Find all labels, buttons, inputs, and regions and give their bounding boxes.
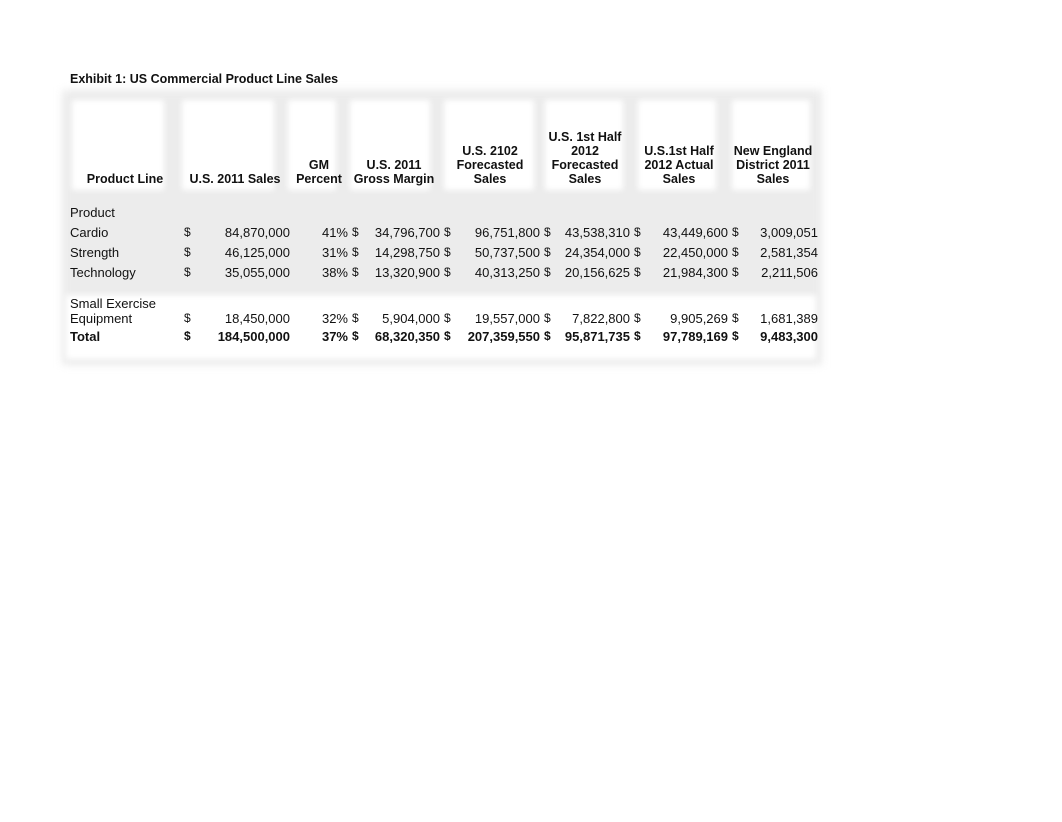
currency-symbol: $: [184, 328, 191, 343]
header-us-2011-sales: U.S. 2011 Sales: [189, 172, 281, 186]
cell-gm-percent: 32%: [321, 311, 348, 326]
total-row: Total $ 184,500,000 37% $ 68,320,350 $ 2…: [64, 326, 818, 346]
currency-symbol: $: [444, 244, 451, 259]
cell-gross-margin: 14,298,750: [374, 244, 440, 260]
cell-ne-2011: 2,581,354: [760, 244, 818, 260]
currency-symbol: $: [184, 244, 191, 259]
cell-gross-margin: 13,320,900: [374, 264, 440, 280]
row-name: Strength: [70, 244, 120, 260]
cell-sales-2011: 18,450,000: [224, 311, 290, 326]
currency-symbol: $: [732, 328, 739, 343]
cell-ne-2011: 1,681,389: [760, 311, 818, 326]
cell-ne-2011: 3,009,051: [760, 224, 818, 240]
row-name: Technology: [70, 264, 136, 280]
currency-symbol: $: [444, 264, 451, 279]
currency-symbol: $: [732, 264, 739, 279]
row-name: Cardio: [70, 224, 109, 240]
header-product-line: Product Line: [86, 172, 164, 186]
cell-gross-margin: 5,904,000: [382, 311, 440, 326]
table-row: Technology $ 35,055,000 38% $ 13,320,900…: [64, 262, 818, 282]
currency-symbol: $: [634, 264, 641, 279]
currency-symbol: $: [352, 328, 359, 343]
currency-symbol: $: [352, 264, 359, 279]
total-ne-2011: 9,483,300: [760, 328, 818, 344]
cell-gross-margin: 34,796,700: [374, 224, 440, 240]
currency-symbol: $: [544, 264, 551, 279]
cell-ne-2011: 2,211,506: [761, 264, 818, 280]
currency-symbol: $: [634, 328, 641, 343]
total-label: Total: [70, 328, 101, 344]
currency-symbol: $: [184, 264, 191, 279]
header-h1-forecast: U.S. 1st Half 2012 Forecasted Sales: [548, 130, 622, 186]
cell-sales-2011: 35,055,000: [224, 264, 290, 280]
currency-symbol: $: [444, 224, 451, 239]
table-row: Small Exercise Equipment $ 18,450,000 32%…: [64, 296, 818, 326]
cell-h1-actual: 43,449,600: [662, 224, 728, 240]
cell-forecast-2102: 50,737,500: [474, 244, 540, 260]
currency-symbol: $: [184, 224, 191, 239]
section-row: Product: [64, 186, 818, 222]
cell-h1-actual: 21,984,300: [662, 264, 728, 280]
exhibit-title: Exhibit 1: US Commercial Product Line Sa…: [70, 72, 339, 86]
total-h1-forecast: 95,871,735: [564, 328, 630, 344]
currency-symbol: $: [634, 311, 641, 325]
cell-gm-percent: 38%: [321, 264, 348, 280]
header-gm-percent: GM Percent: [296, 158, 342, 186]
currency-symbol: $: [352, 224, 359, 239]
header-row: Product Line U.S. 2011 Sales GM Percent U…: [64, 120, 818, 186]
currency-symbol: $: [352, 244, 359, 259]
cell-h1-actual: 9,905,269: [670, 311, 728, 326]
currency-symbol: $: [184, 311, 191, 325]
total-h1-actual: 97,789,169: [662, 328, 728, 344]
table-row: Strength $ 46,125,000 31% $ 14,298,750 $…: [64, 242, 818, 262]
cell-h1-forecast: 7,822,800: [572, 311, 630, 326]
currency-symbol: $: [544, 244, 551, 259]
header-h1-actual: U.S.1st Half 2012 Actual Sales: [644, 144, 714, 186]
currency-symbol: $: [732, 224, 739, 239]
section-label: Product: [70, 204, 115, 220]
table-row: Cardio $ 84,870,000 41% $ 34,796,700 $ 9…: [64, 222, 818, 242]
cell-h1-forecast: 20,156,625: [564, 264, 630, 280]
currency-symbol: $: [732, 311, 739, 325]
total-forecast-2102: 207,359,550: [467, 328, 540, 344]
currency-symbol: $: [634, 244, 641, 259]
currency-symbol: $: [544, 311, 551, 325]
currency-symbol: $: [544, 224, 551, 239]
currency-symbol: $: [444, 311, 451, 325]
row-name: Small Exercise Equipment: [70, 296, 156, 326]
cell-forecast-2102: 40,313,250: [474, 264, 540, 280]
currency-symbol: $: [732, 244, 739, 259]
header-forecast-2102: U.S. 2102 Forecasted Sales: [456, 144, 524, 186]
cell-sales-2011: 84,870,000: [224, 224, 290, 240]
currency-symbol: $: [444, 328, 451, 343]
cell-h1-forecast: 24,354,000: [564, 244, 630, 260]
header-new-england: New England District 2011 Sales: [733, 144, 813, 186]
cell-gm-percent: 31%: [321, 244, 348, 260]
cell-h1-forecast: 43,538,310: [564, 224, 630, 240]
cell-gm-percent: 41%: [321, 224, 348, 240]
total-gm-percent: 37%: [321, 328, 348, 344]
currency-symbol: $: [634, 224, 641, 239]
cell-h1-actual: 22,450,000: [662, 244, 728, 260]
cell-sales-2011: 46,125,000: [224, 244, 290, 260]
sales-table: Product Line U.S. 2011 Sales GM Percent U…: [64, 120, 818, 346]
total-sales-2011: 184,500,000: [217, 328, 290, 344]
cell-forecast-2102: 19,557,000: [474, 311, 540, 326]
cell-forecast-2102: 96,751,800: [474, 224, 540, 240]
header-gross-margin: U.S. 2011 Gross Margin: [353, 158, 435, 186]
currency-symbol: $: [544, 328, 551, 343]
currency-symbol: $: [352, 311, 359, 325]
total-gross-margin: 68,320,350: [374, 328, 440, 344]
